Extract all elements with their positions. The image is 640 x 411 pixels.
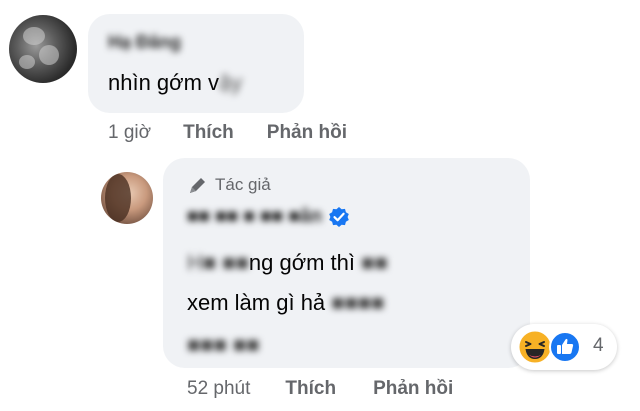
verified-badge-icon (329, 207, 349, 227)
comment-author-name[interactable]: Hạ Đăng (108, 32, 181, 53)
commenter-avatar[interactable] (9, 15, 77, 83)
reply-text-obscured: ■■ (361, 250, 388, 275)
reply-actions: 52 phút Thích Phản hồi (187, 378, 453, 400)
author-badge-label: Tác giả (215, 175, 271, 194)
reply-like-button[interactable]: Thích (285, 378, 336, 400)
pencil-icon (190, 178, 205, 193)
reply-text-line-1: H■ ■■ng gớm thì ■■ (187, 250, 388, 276)
haha-icon (517, 329, 553, 365)
author-badge: Tác giả (187, 174, 271, 196)
comment-like-button[interactable]: Thích (183, 122, 234, 144)
reaction-count: 4 (593, 335, 604, 356)
reply-text-visible: ng gớm thì (248, 250, 356, 275)
comment-actions: 1 giờ Thích Phản hồi (108, 122, 347, 144)
reply-reply-button[interactable]: Phản hồi (373, 378, 453, 400)
reply-author-name[interactable]: ■■ ■■ ■ ■■ ■ân (187, 206, 350, 228)
reaction-summary[interactable]: 4 (511, 324, 617, 370)
comment-timestamp[interactable]: 1 giờ (108, 122, 151, 144)
reply-author-name-text: ■■ ■■ ■ ■■ ■ân (187, 206, 323, 227)
reply-bubble: Tác giả ■■ ■■ ■ ■■ ■ân H■ ■■ng gớm thì ■… (163, 158, 530, 368)
comment-text-visible: nhìn gớm v (108, 70, 220, 95)
reply-text-line-2: xem làm gì hả ■■■■ (187, 290, 384, 316)
reply-text-obscured: ■■■■ (331, 290, 385, 315)
comment-bubble: Hạ Đăng nhìn gớm vậy (88, 14, 304, 113)
comment-reply-button[interactable]: Phản hồi (267, 122, 347, 144)
comment-text-obscured: ậy (219, 70, 243, 95)
comment-text: nhìn gớm vậy (108, 70, 242, 96)
reply-author-avatar[interactable] (101, 172, 153, 224)
reply-text-obscured: ■■■ ■■ (187, 332, 260, 357)
reply-text-line-3: ■■■ ■■ (187, 332, 260, 358)
reply-text-obscured: H■ ■■ (187, 250, 249, 275)
like-icon (549, 331, 581, 363)
reply-text-visible: xem làm gì hả (187, 290, 326, 315)
reply-timestamp[interactable]: 52 phút (187, 378, 250, 400)
